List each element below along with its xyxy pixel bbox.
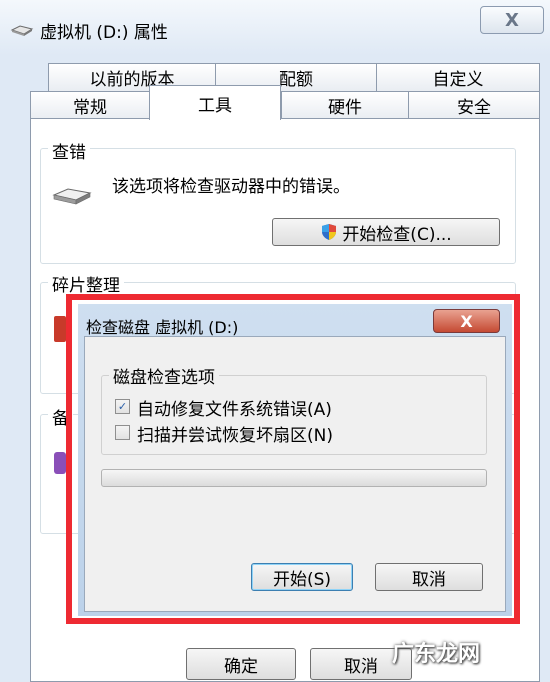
tab-label: 常规 — [73, 98, 107, 118]
modal-body: 磁盘检查选项 ✓ 自动修复文件系统错误(A) 扫描并尝试恢复坏扇区(N) 开始(… — [84, 336, 506, 612]
start-check-label: 开始检查(C)... — [342, 224, 452, 245]
backup-icon — [54, 452, 66, 474]
close-icon: X — [505, 9, 519, 31]
modal-cancel-button[interactable]: 取消 — [375, 563, 483, 591]
close-icon: X — [460, 311, 473, 331]
scan-bad-sectors-checkbox[interactable] — [115, 425, 130, 440]
drive-icon — [10, 25, 34, 36]
auto-fix-label: 自动修复文件系统错误(A) — [137, 400, 332, 420]
defrag-title: 碎片整理 — [48, 271, 124, 296]
close-button[interactable]: X — [480, 6, 544, 34]
error-check-title: 查错 — [48, 138, 90, 163]
start-check-button[interactable]: 开始检查(C)... — [272, 218, 500, 246]
watermark: 广东龙网 — [392, 642, 481, 667]
tab-label: 硬件 — [328, 98, 362, 118]
tab-label: 自定义 — [432, 70, 484, 90]
start-label: 开始(S) — [272, 569, 332, 590]
ok-button[interactable]: 确定 — [186, 648, 296, 680]
scan-bad-sectors-label: 扫描并尝试恢复坏扇区(N) — [137, 426, 333, 446]
tab-general[interactable]: 常规 — [30, 91, 150, 119]
tab-security[interactable]: 安全 — [408, 91, 540, 119]
modal-title: 检查磁盘 虚拟机 (D:) — [86, 318, 239, 337]
error-check-group — [40, 148, 516, 264]
ok-label: 确定 — [224, 656, 258, 677]
error-check-description: 该选项将检查驱动器中的错误。 — [112, 177, 350, 197]
modal-cancel-label: 取消 — [412, 569, 446, 590]
cancel-label: 取消 — [344, 656, 378, 677]
tab-label: 配额 — [279, 70, 313, 90]
modal-close-button[interactable]: X — [433, 309, 500, 333]
defrag-icon — [54, 316, 66, 342]
hard-drive-icon — [52, 188, 92, 205]
tab-label: 工具 — [198, 95, 232, 116]
disk-options-title: 磁盘检查选项 — [109, 363, 219, 388]
tab-tools[interactable]: 工具 — [149, 85, 281, 120]
auto-fix-checkbox[interactable]: ✓ — [115, 399, 130, 414]
tab-customize[interactable]: 自定义 — [376, 63, 540, 91]
progress-bar — [101, 469, 487, 487]
uac-shield-icon — [322, 224, 337, 240]
start-button[interactable]: 开始(S) — [251, 563, 353, 591]
tab-label: 安全 — [457, 98, 491, 118]
window-title: 虚拟机 (D:) 属性 — [40, 23, 168, 43]
tab-hardware[interactable]: 硬件 — [281, 91, 409, 119]
